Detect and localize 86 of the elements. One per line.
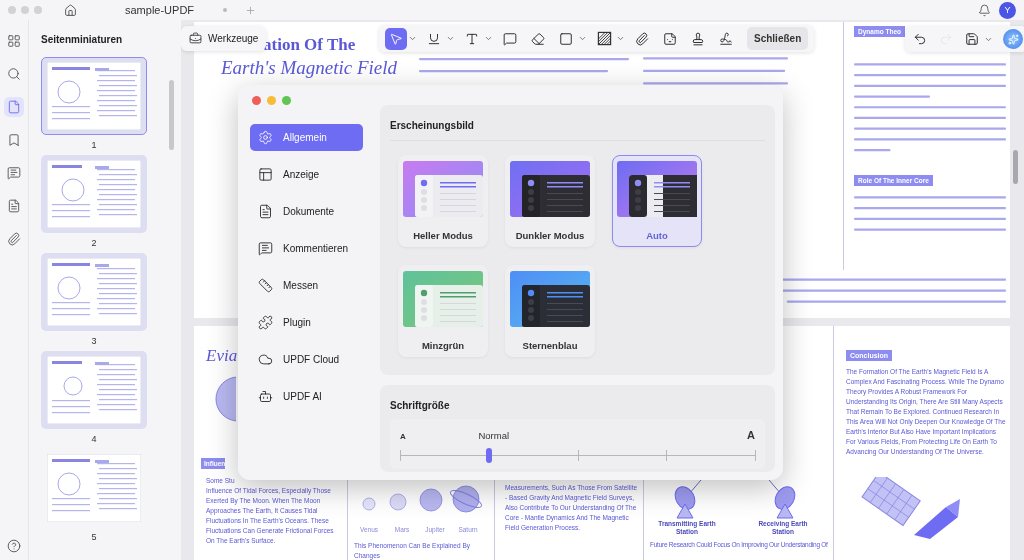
save-icon bbox=[965, 32, 979, 46]
page-number: 2 bbox=[91, 238, 97, 248]
page-thumbnail[interactable] bbox=[47, 356, 141, 424]
grid-icon bbox=[7, 34, 21, 48]
comment-icon bbox=[503, 31, 517, 46]
caret-icon[interactable] bbox=[616, 34, 625, 43]
pointer-icon bbox=[389, 31, 403, 46]
cloud-icon bbox=[258, 352, 273, 367]
signature-icon bbox=[719, 31, 733, 46]
close-window-button[interactable] bbox=[252, 95, 261, 105]
stamp-icon bbox=[691, 31, 705, 46]
settings-nav-item[interactable]: UPDF Cloud bbox=[250, 346, 363, 373]
settings-nav-item[interactable]: Kommentieren bbox=[250, 235, 363, 262]
settings-nav-item[interactable]: Anzeige bbox=[250, 161, 363, 188]
card-title: Erscheinungsbild bbox=[390, 105, 765, 141]
caret-icon[interactable] bbox=[484, 34, 493, 43]
ai-assistant-button[interactable] bbox=[1003, 29, 1023, 49]
caret-icon[interactable] bbox=[446, 34, 455, 43]
document-title: Evia bbox=[206, 345, 238, 367]
caret-icon[interactable] bbox=[578, 34, 587, 43]
sidebar-tab[interactable] bbox=[4, 97, 24, 117]
page-thumbnail[interactable] bbox=[47, 160, 141, 228]
comment-icon bbox=[7, 166, 21, 180]
current-size-label: Normal bbox=[478, 430, 510, 441]
sparkle-icon bbox=[1007, 33, 1019, 45]
page-number: 3 bbox=[91, 336, 97, 346]
layout-icon bbox=[258, 167, 273, 182]
theme-option[interactable]: Minzgrün bbox=[398, 265, 488, 357]
card-title: Schriftgröße bbox=[390, 399, 451, 413]
document-title: Earth's Magnetic Field bbox=[221, 56, 398, 80]
thumbnail-card[interactable] bbox=[41, 155, 147, 233]
user-avatar[interactable]: Y bbox=[999, 1, 1016, 19]
page-number: 4 bbox=[91, 434, 97, 444]
text-icon bbox=[465, 31, 479, 46]
new-tab-icon[interactable] bbox=[245, 4, 256, 16]
eraser-icon bbox=[531, 31, 545, 46]
ruler-icon bbox=[258, 278, 273, 293]
theme-option[interactable]: Dunkler Modus bbox=[505, 155, 595, 247]
page-thumbnail[interactable] bbox=[47, 62, 141, 130]
settings-icon bbox=[258, 130, 273, 145]
undo-icon bbox=[913, 32, 927, 46]
help-icon bbox=[7, 539, 21, 553]
underline-text-icon bbox=[427, 31, 441, 46]
scrollbar[interactable] bbox=[1013, 150, 1018, 184]
settings-nav-item[interactable]: UPDF AI bbox=[250, 383, 363, 410]
slider-thumb[interactable] bbox=[485, 448, 492, 463]
home-icon[interactable] bbox=[64, 3, 77, 17]
document-icon bbox=[258, 204, 273, 219]
sticker-icon bbox=[663, 31, 677, 46]
settings-nav-item[interactable]: Dokumente bbox=[250, 198, 363, 225]
settings-nav-item[interactable]: Plugin bbox=[250, 309, 363, 336]
search-icon bbox=[7, 67, 21, 81]
page-number: 1 bbox=[91, 140, 97, 150]
minimize-window-button[interactable] bbox=[267, 95, 276, 105]
caret-icon[interactable] bbox=[408, 34, 417, 43]
hatch-fill-icon bbox=[596, 31, 612, 46]
toolbox-icon bbox=[189, 32, 202, 45]
panel-title: Seitenminiaturen bbox=[40, 33, 124, 47]
paperclip-icon bbox=[7, 232, 21, 246]
small-size-label: A bbox=[400, 432, 406, 441]
settings-nav-item[interactable]: Allgemein bbox=[250, 124, 363, 151]
tab-title[interactable]: sample-UPDF bbox=[125, 4, 215, 16]
puzzle-icon bbox=[258, 315, 273, 330]
bookmark-icon bbox=[7, 133, 21, 147]
zoom-window-button[interactable] bbox=[282, 95, 291, 105]
document-icon bbox=[7, 199, 21, 213]
comment-icon bbox=[258, 241, 273, 256]
close-button[interactable]: Schließen bbox=[747, 27, 809, 50]
font-size-slider[interactable] bbox=[400, 447, 755, 463]
page-thumbnail[interactable] bbox=[47, 258, 141, 326]
settings-nav-item[interactable]: Messen bbox=[250, 272, 363, 299]
ai-icon bbox=[258, 389, 273, 404]
page-number: 5 bbox=[91, 532, 97, 542]
page-thumbnail[interactable] bbox=[47, 454, 141, 522]
notification-icon[interactable] bbox=[978, 3, 991, 17]
thumbnail-card[interactable] bbox=[41, 351, 147, 429]
large-size-label: A bbox=[747, 429, 755, 441]
page-icon bbox=[7, 100, 21, 114]
theme-option[interactable]: Heller Modus bbox=[398, 155, 488, 247]
square-icon bbox=[559, 31, 573, 46]
thumbnail-card[interactable] bbox=[41, 253, 147, 331]
scrollbar[interactable] bbox=[169, 80, 174, 150]
theme-option[interactable]: Sternenblau bbox=[505, 265, 595, 357]
thumbnail-card[interactable] bbox=[41, 57, 147, 135]
paperclip-icon bbox=[635, 31, 649, 46]
theme-option[interactable]: Auto bbox=[612, 155, 702, 247]
